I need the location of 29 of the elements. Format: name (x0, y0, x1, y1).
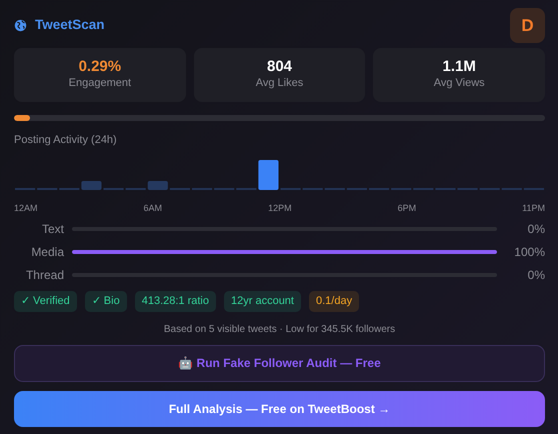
avatar: D (510, 8, 545, 43)
section-title: Posting Activity (24h) (14, 133, 118, 148)
tag: ✓ Verified (14, 291, 77, 312)
stat-value: 0.29% (78, 58, 122, 75)
axis-label: 6AM (144, 202, 162, 214)
stat-label: Avg Views (434, 76, 485, 91)
tag: ✓ Bio (84, 291, 127, 312)
axis-label: 11PM (522, 202, 545, 214)
tag: 0.1/day (308, 291, 360, 312)
axis-label: 12AM (14, 202, 38, 214)
type-label: Media (30, 244, 64, 261)
stat-value: 804 (266, 58, 292, 75)
percent-reading: 100% (513, 244, 545, 261)
tag: 413.28:1 ratio (134, 291, 216, 312)
footnote: Based on 5 visible tweets · Low for 345.5K followers (162, 322, 396, 336)
axis-label: 6PM (398, 202, 416, 214)
stat-label: Engagement (68, 76, 132, 91)
audit-button[interactable]: 🤖 Run Fake Follower Audit — Free (14, 344, 545, 382)
tag: 12yr account (224, 291, 301, 312)
percent-reading: 0% (526, 267, 545, 284)
stat-value: 1.1M (442, 58, 476, 75)
stat-label: Avg Likes (256, 76, 304, 91)
type-label: Thread (24, 267, 64, 284)
percent-reading: 0% (526, 221, 545, 238)
type-label: Text (40, 221, 64, 238)
app-title: TweetScan (35, 16, 105, 34)
axis-label: 12PM (268, 202, 292, 214)
globe-icon (14, 19, 27, 32)
analysis-button[interactable]: Full Analysis — Free on TweetBoost → (14, 390, 545, 426)
